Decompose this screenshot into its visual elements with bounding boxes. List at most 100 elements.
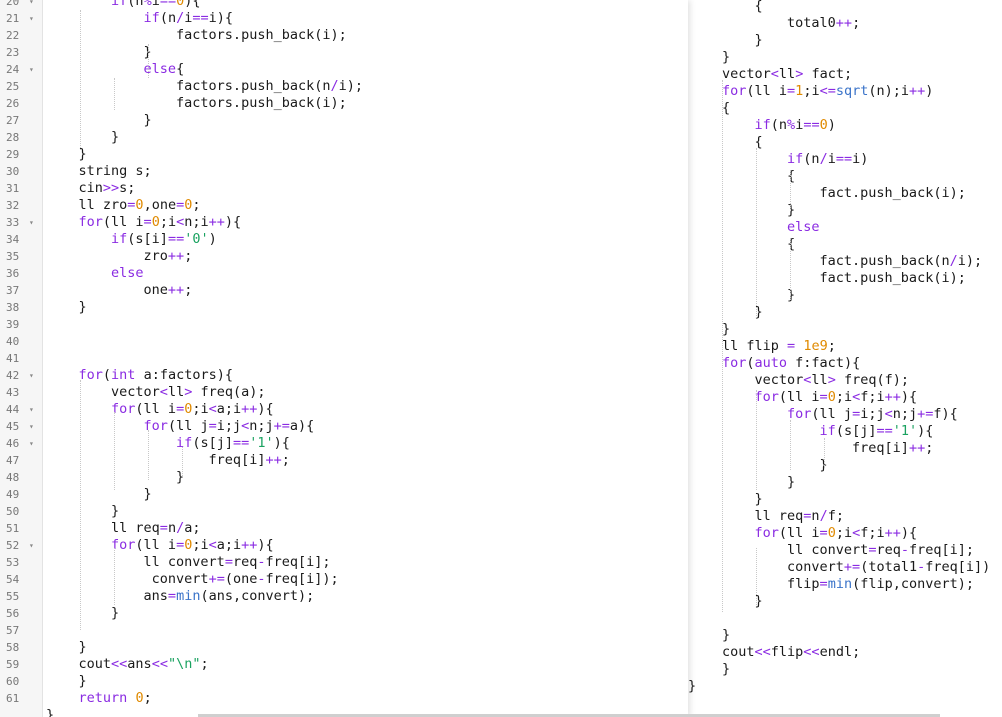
code-line[interactable]: cout<<ans<<"\n"; xyxy=(46,656,209,673)
code-line[interactable]: if(n/i==i) xyxy=(722,151,868,168)
right-code-editor[interactable]: { total0++; }} vector<ll> fact; for(ll i=1… xyxy=(688,0,1002,717)
code-line[interactable]: cout<<flip<<endl; xyxy=(722,644,860,661)
fold-toggle-icon[interactable]: ▾ xyxy=(29,0,34,10)
line-number: 41 xyxy=(6,352,20,365)
code-line[interactable]: freq[i]++; xyxy=(722,440,933,457)
code-line[interactable]: ll req=n/f; xyxy=(722,508,844,525)
code-line[interactable]: factors.push_back(n/i); xyxy=(46,78,363,95)
code-line[interactable]: } xyxy=(46,707,54,717)
code-line[interactable]: { xyxy=(722,168,795,185)
code-line[interactable]: } xyxy=(722,661,730,678)
code-line[interactable]: } xyxy=(722,287,795,304)
code-line[interactable]: zro++; xyxy=(46,248,193,265)
code-line[interactable]: one++; xyxy=(46,282,193,299)
code-line[interactable]: string s; xyxy=(46,163,152,180)
code-line[interactable]: } xyxy=(46,503,119,520)
code-line[interactable]: for(ll i=1;i<=sqrt(n);i++) xyxy=(722,83,933,100)
line-number: 23 xyxy=(6,46,20,59)
code-line[interactable]: if(n/i==i){ xyxy=(46,10,233,27)
fold-toggle-icon[interactable]: ▾ xyxy=(29,435,34,452)
indent-guide xyxy=(756,148,757,318)
code-line[interactable]: if(n%i==0) xyxy=(722,117,836,134)
code-line[interactable]: fact.push_back(i); xyxy=(722,270,966,287)
code-line[interactable]: } xyxy=(46,639,87,656)
fold-toggle-icon[interactable]: ▾ xyxy=(29,214,34,231)
code-line[interactable]: flip=min(flip,convert); xyxy=(722,576,974,593)
fold-toggle-icon[interactable]: ▾ xyxy=(29,367,34,384)
indent-guide xyxy=(790,420,791,470)
line-number: 61 xyxy=(6,692,20,705)
code-line[interactable]: } xyxy=(722,457,828,474)
line-number: 55 xyxy=(6,590,20,603)
code-line[interactable]: } xyxy=(46,112,152,129)
code-line[interactable]: } xyxy=(722,321,730,338)
code-line[interactable]: ll flip = 1e9; xyxy=(722,338,836,355)
code-line[interactable]: factors.push_back(i); xyxy=(46,27,347,44)
code-line[interactable]: ll convert=req-freq[i]; xyxy=(722,542,974,559)
code-line[interactable]: for(ll i=0;i<f;i++){ xyxy=(722,525,918,542)
code-line[interactable]: } xyxy=(722,32,763,49)
code-line[interactable]: } xyxy=(46,299,87,316)
line-number: 60 xyxy=(6,675,20,688)
line-number: 58 xyxy=(6,641,20,654)
line-number: 25 xyxy=(6,80,20,93)
code-line[interactable]: ll req=n/a; xyxy=(46,520,200,537)
code-line[interactable]: fact.push_back(i); xyxy=(722,185,966,202)
code-line[interactable]: if(s[j]=='1'){ xyxy=(722,423,934,440)
code-line[interactable]: } xyxy=(46,44,152,61)
code-line[interactable]: else xyxy=(46,265,144,282)
code-line[interactable]: if(s[j]=='1'){ xyxy=(46,435,290,452)
code-line[interactable]: ans=min(ans,convert); xyxy=(46,588,315,605)
code-line[interactable]: freq[i]++; xyxy=(46,452,290,469)
code-line[interactable]: } xyxy=(46,605,119,622)
code-line[interactable]: for(auto f:fact){ xyxy=(722,355,860,372)
code-line[interactable]: else{ xyxy=(46,61,185,78)
code-line[interactable]: vector<ll> freq(f); xyxy=(722,372,909,389)
code-line[interactable]: else xyxy=(722,219,820,236)
code-line[interactable]: for(ll i=0;i<n;i++){ xyxy=(46,214,242,231)
left-code-editor[interactable]: 20 ▾ if(n%i==0){21 ▾ if(n/i==i){22 factors… xyxy=(0,0,688,717)
code-line[interactable]: if(s[i]=='0') xyxy=(46,231,217,248)
code-line[interactable]: } xyxy=(46,486,152,503)
code-line[interactable]: { xyxy=(722,100,730,117)
code-line[interactable]: vector<ll> fact; xyxy=(722,66,852,83)
line-number: 20 xyxy=(6,0,20,8)
code-line[interactable]: vector<ll> freq(a); xyxy=(46,384,265,401)
code-line[interactable]: for(ll i=0;i<f;i++){ xyxy=(722,389,918,406)
fold-toggle-icon[interactable]: ▾ xyxy=(29,537,34,554)
line-number: 27 xyxy=(6,114,20,127)
code-line[interactable]: } xyxy=(722,627,730,644)
line-number: 26 xyxy=(6,97,20,110)
fold-toggle-icon[interactable]: ▾ xyxy=(29,10,34,27)
fold-toggle-icon[interactable]: ▾ xyxy=(29,418,34,435)
code-line[interactable]: } xyxy=(722,491,763,508)
indent-guide xyxy=(756,390,757,490)
code-line[interactable]: if(n%i==0){ xyxy=(46,0,200,10)
code-line[interactable]: } xyxy=(722,202,795,219)
fold-toggle-icon[interactable]: ▾ xyxy=(29,61,34,78)
code-line[interactable]: total0++; xyxy=(722,15,860,32)
code-line[interactable]: ll convert=req-freq[i]; xyxy=(46,554,331,571)
code-line[interactable]: convert+=(total1-freq[i]) xyxy=(722,559,990,576)
code-line[interactable]: return 0; xyxy=(46,690,152,707)
code-line[interactable]: cin>>s; xyxy=(46,180,136,197)
code-line[interactable]: } xyxy=(46,129,119,146)
code-line[interactable]: } xyxy=(688,678,696,695)
line-number: 57 xyxy=(6,624,20,637)
code-line[interactable]: { xyxy=(722,236,795,253)
code-line[interactable]: convert+=(one-freq[i]); xyxy=(46,571,339,588)
code-line[interactable]: } xyxy=(722,474,795,491)
code-line[interactable]: fact.push_back(n/i); xyxy=(722,253,983,270)
code-line[interactable]: factors.push_back(i); xyxy=(46,95,347,112)
code-line[interactable]: } xyxy=(722,49,730,66)
line-number: 35 xyxy=(6,250,20,263)
fold-toggle-icon[interactable]: ▾ xyxy=(29,401,34,418)
code-line[interactable]: for(int a:factors){ xyxy=(46,367,233,384)
code-line[interactable]: for(ll j=i;j<n;j+=f){ xyxy=(722,406,958,423)
code-line[interactable]: ll zro=0,one=0; xyxy=(46,197,201,214)
code-line[interactable]: } xyxy=(46,673,87,690)
code-line[interactable]: for(ll j=i;j<n;j+=a){ xyxy=(46,418,315,435)
code-line[interactable]: { xyxy=(722,0,763,15)
code-line[interactable]: } xyxy=(46,469,184,486)
indent-guide xyxy=(182,447,183,476)
